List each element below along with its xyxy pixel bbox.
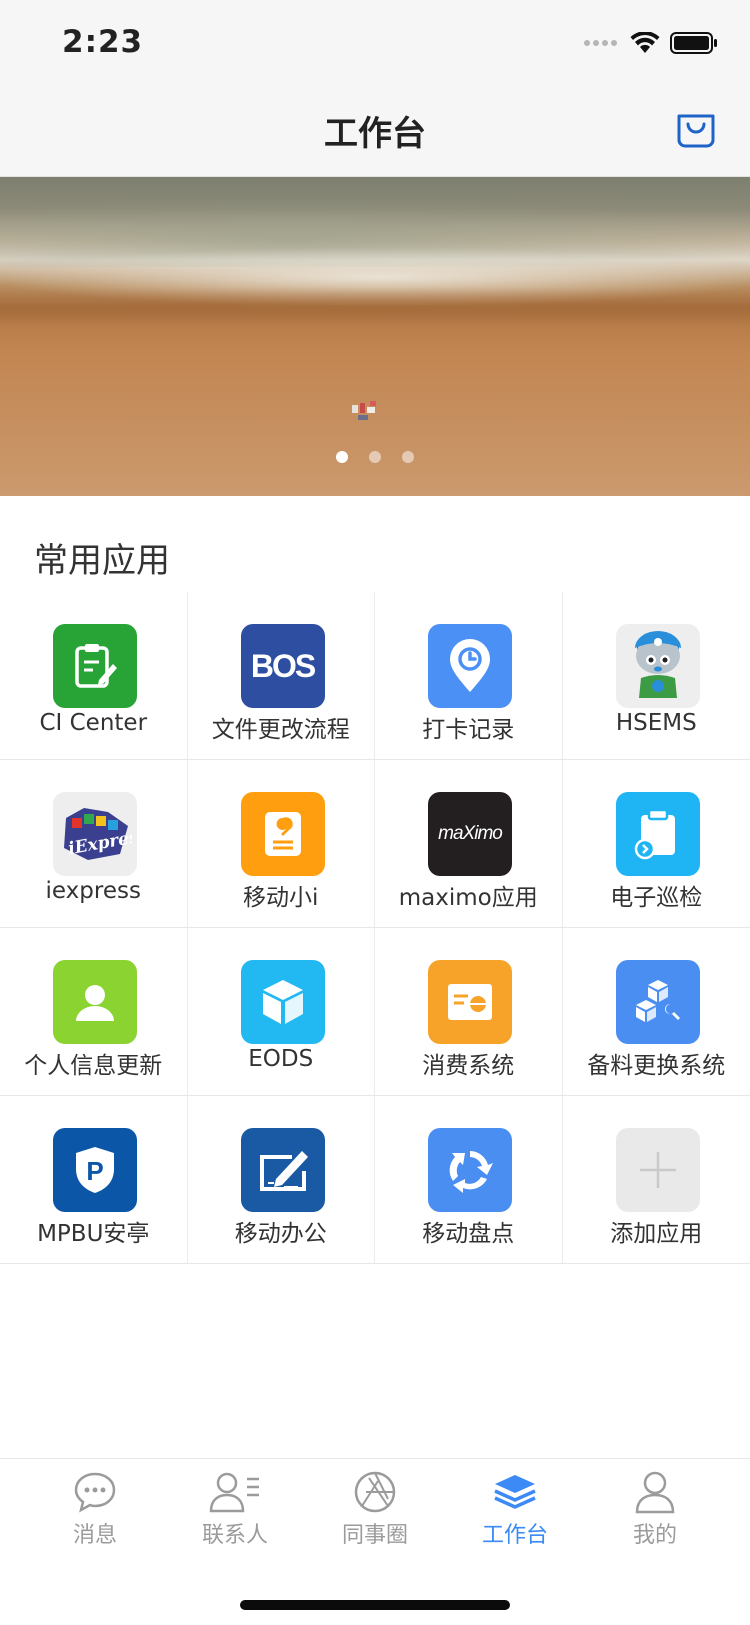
cube-icon — [241, 960, 325, 1044]
app-label: 移动小i — [188, 878, 375, 912]
wifi-icon — [630, 32, 660, 54]
shopping-bag-icon[interactable] — [674, 106, 718, 150]
app-grid-row: CI Center BOS 文件更改流程 打卡记录 — [0, 592, 750, 760]
parking-shield-icon: P — [53, 1128, 137, 1212]
bos-logo-icon: BOS — [241, 624, 325, 708]
aperture-icon — [352, 1469, 398, 1515]
app-electronic-inspection[interactable]: 电子巡检 — [563, 760, 750, 927]
carousel-dot[interactable] — [336, 451, 348, 463]
app-grid: CI Center BOS 文件更改流程 打卡记录 — [0, 592, 750, 1264]
plus-icon — [616, 1128, 700, 1212]
boxes-wrench-icon — [616, 960, 700, 1044]
tab-messages[interactable]: 消息 — [25, 1469, 165, 1559]
chat-bubble-icon — [72, 1469, 118, 1515]
status-indicators — [584, 32, 718, 54]
page-title: 工作台 — [0, 106, 750, 155]
banner-photo-figures — [350, 399, 386, 425]
app-label: 移动盘点 — [375, 1214, 562, 1248]
tab-colleague-circle[interactable]: 同事圈 — [305, 1469, 445, 1559]
app-label: CI Center — [0, 710, 187, 736]
location-clock-icon — [428, 624, 512, 708]
pen-doc-icon — [241, 1128, 325, 1212]
person-icon — [53, 960, 137, 1044]
mascot-icon — [616, 624, 700, 708]
app-mpbu-anting[interactable]: P MPBU安亭 — [0, 1096, 188, 1263]
app-label: 消费系统 — [375, 1046, 562, 1080]
app-label: HSEMS — [563, 710, 750, 736]
app-grid-row: iExpress iexpress 移动小i maXimo maximo应用 — [0, 760, 750, 928]
carousel-indicator — [0, 451, 750, 463]
app-mobile-office[interactable]: 移动办公 — [188, 1096, 376, 1263]
home-indicator — [240, 1600, 510, 1610]
app-consumption-system[interactable]: 消费系统 — [375, 928, 563, 1095]
app-grid-row: P MPBU安亭 移动办公 — [0, 1096, 750, 1264]
tab-contacts[interactable]: 联系人 — [165, 1469, 305, 1559]
app-mobile-inventory[interactable]: 移动盘点 — [375, 1096, 563, 1263]
app-iexpress[interactable]: iExpress iexpress — [0, 760, 188, 927]
app-label: 文件更改流程 — [188, 710, 375, 744]
app-material-replacement[interactable]: 备料更换系统 — [563, 928, 750, 1095]
maximo-logo-icon: maXimo — [428, 792, 512, 876]
user-icon — [632, 1469, 678, 1515]
app-personal-info-update[interactable]: 个人信息更新 — [0, 928, 188, 1095]
tab-label: 同事圈 — [305, 1517, 445, 1549]
banner-carousel[interactable] — [0, 177, 750, 496]
app-label: 打卡记录 — [375, 710, 562, 744]
app-add-application[interactable]: 添加应用 — [563, 1096, 750, 1263]
app-grid-row: 个人信息更新 EODS 消费系统 — [0, 928, 750, 1096]
contacts-icon — [207, 1469, 263, 1515]
app-label: EODS — [188, 1046, 375, 1072]
app-label: 添加应用 — [563, 1214, 750, 1248]
wrench-note-icon — [241, 792, 325, 876]
svg-text:P: P — [86, 1156, 103, 1186]
signal-icon — [584, 38, 620, 48]
tab-label: 我的 — [585, 1517, 725, 1549]
app-file-change-flow[interactable]: BOS 文件更改流程 — [188, 592, 376, 759]
tab-mine[interactable]: 我的 — [585, 1469, 725, 1559]
card-icon — [428, 960, 512, 1044]
recycle-icon — [428, 1128, 512, 1212]
app-maximo[interactable]: maXimo maximo应用 — [375, 760, 563, 927]
app-mobile-xiao-i[interactable]: 移动小i — [188, 760, 376, 927]
app-label: 个人信息更新 — [0, 1046, 187, 1080]
status-bar: 2:23 — [0, 0, 750, 88]
app-label: 备料更换系统 — [563, 1046, 750, 1080]
clipboard-arrow-icon — [616, 792, 700, 876]
app-ci-center[interactable]: CI Center — [0, 592, 188, 759]
tab-label: 联系人 — [165, 1517, 305, 1549]
app-label: iexpress — [0, 878, 187, 904]
carousel-dot[interactable] — [402, 451, 414, 463]
section-title: 常用应用 — [34, 533, 170, 582]
tab-workbench[interactable]: 工作台 — [445, 1469, 585, 1559]
app-label: maximo应用 — [375, 878, 562, 912]
battery-icon — [670, 32, 718, 54]
nav-bar: 工作台 — [0, 88, 750, 177]
app-eods[interactable]: EODS — [188, 928, 376, 1095]
app-label: 电子巡检 — [563, 878, 750, 912]
carousel-dot[interactable] — [369, 451, 381, 463]
status-time: 2:23 — [62, 24, 143, 60]
app-hsems[interactable]: HSEMS — [563, 592, 750, 759]
tab-label: 工作台 — [445, 1517, 585, 1549]
layers-icon — [491, 1469, 539, 1515]
app-label: MPBU安亭 — [0, 1214, 187, 1248]
clipboard-edit-icon — [53, 624, 137, 708]
iexpress-logo-icon: iExpress — [53, 792, 137, 876]
app-clock-in-records[interactable]: 打卡记录 — [375, 592, 563, 759]
app-label: 移动办公 — [188, 1214, 375, 1248]
tab-label: 消息 — [25, 1517, 165, 1549]
